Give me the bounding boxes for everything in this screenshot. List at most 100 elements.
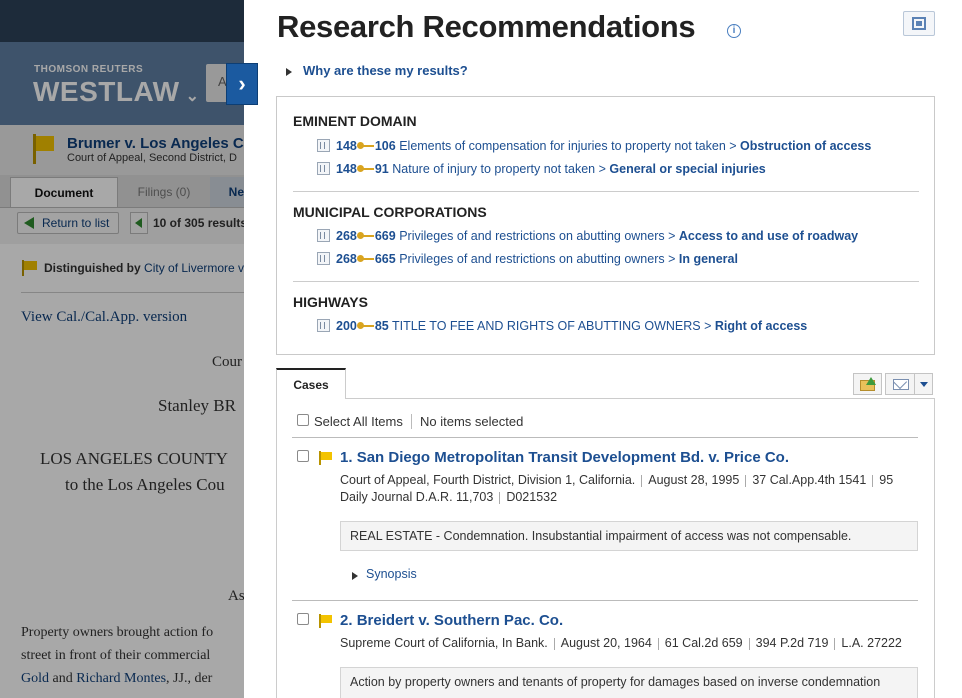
keynote-icon xyxy=(317,139,330,153)
yellow-flag-icon xyxy=(318,614,333,628)
separator xyxy=(499,491,501,504)
key-number-row[interactable]: 200 85 TITLE TO FEE AND RIGHTS OF ABUTTIN… xyxy=(317,319,807,335)
key-number-row[interactable]: 268 665 Privileges of and restrictions on… xyxy=(317,252,738,268)
docket: D021532 xyxy=(506,490,558,504)
overlay-dim[interactable] xyxy=(0,0,244,698)
court: Supreme Court of California, In Bank. xyxy=(340,636,548,650)
date: August 28, 1995 xyxy=(648,473,740,487)
tab-baseline xyxy=(276,398,935,399)
key-section-heading: MUNICIPAL CORPORATIONS xyxy=(293,204,487,220)
key-number: 106 xyxy=(374,139,396,153)
why-results-link[interactable]: Why are these my results? xyxy=(303,63,468,78)
topic-number: 268 xyxy=(336,252,357,266)
panel-title: Research Recommendations xyxy=(277,9,696,44)
key-icon xyxy=(356,231,375,240)
save-to-folder-button[interactable] xyxy=(853,373,882,395)
keynote-icon xyxy=(317,162,330,176)
key-target: In general xyxy=(678,252,738,266)
key-icon xyxy=(356,164,375,173)
divider xyxy=(293,191,919,192)
key-icon xyxy=(356,254,375,263)
key-number-row[interactable]: 148 106 Elements of compensation for inju… xyxy=(317,139,871,155)
result-checkbox[interactable] xyxy=(297,450,309,462)
keynote-icon xyxy=(317,319,330,333)
separator xyxy=(748,637,750,650)
divider xyxy=(293,281,919,282)
topic-number: 148 xyxy=(336,162,357,176)
flag-cloth xyxy=(321,452,332,460)
separator xyxy=(834,637,836,650)
key-icon xyxy=(356,321,375,330)
key-target: Right of access xyxy=(714,319,808,333)
disclosure-triangle-icon[interactable] xyxy=(286,68,292,76)
up-arrow-icon xyxy=(866,377,876,385)
key-number: 91 xyxy=(374,162,389,176)
key-section-heading: EMINENT DOMAIN xyxy=(293,113,417,129)
date: August 20, 1964 xyxy=(560,636,652,650)
key-number-row[interactable]: 268 669 Privileges of and restrictions on… xyxy=(317,229,858,245)
result-title-text: Breidert v. Southern Pac. Co. xyxy=(356,612,564,629)
key-target: Obstruction of access xyxy=(740,139,872,153)
selection-status: No items selected xyxy=(420,414,524,429)
result-summary: REAL ESTATE - Condemnation. Insubstantia… xyxy=(340,521,918,551)
select-all-checkbox[interactable] xyxy=(297,414,309,426)
select-all-label[interactable]: Select All Items xyxy=(314,414,403,429)
docket: L.A. 27222 xyxy=(841,636,902,650)
result-number: 1. xyxy=(340,449,353,466)
flag-cloth xyxy=(321,615,332,623)
result-title[interactable]: 1. San Diego Metropolitan Transit Develo… xyxy=(340,449,789,466)
separator xyxy=(657,637,659,650)
result-title-text: San Diego Metropolitan Transit Developme… xyxy=(356,449,789,466)
keynote-icon xyxy=(317,229,330,243)
result-meta: Daily Journal D.A.R. 11,703 D021532 xyxy=(340,489,557,506)
divider xyxy=(292,437,918,438)
key-description: Elements of compensation for injuries to… xyxy=(399,139,737,153)
envelope-icon xyxy=(893,379,909,390)
topic-number: 148 xyxy=(336,139,357,153)
citation: Daily Journal D.A.R. 11,703 xyxy=(340,490,494,504)
key-number-row[interactable]: 148 91 Nature of injury to property not t… xyxy=(317,162,766,178)
key-target: General or special injuries xyxy=(609,162,766,176)
result-checkbox[interactable] xyxy=(297,613,309,625)
separator xyxy=(641,474,643,487)
key-icon xyxy=(356,141,375,150)
chevron-down-icon[interactable] xyxy=(914,374,933,394)
key-description: Privileges of and restrictions on abutti… xyxy=(399,229,676,243)
key-description: Nature of injury to property not taken > xyxy=(392,162,606,176)
keynote-icon xyxy=(317,252,330,266)
divider xyxy=(292,600,918,601)
result-summary: Action by property owners and tenants of… xyxy=(340,667,918,698)
expand-icon-inner xyxy=(916,21,922,26)
citation: 95 xyxy=(879,473,894,487)
citation: 37 Cal.App.4th 1541 xyxy=(752,473,867,487)
key-description: TITLE TO FEE AND RIGHTS OF ABUTTING OWNE… xyxy=(392,319,712,333)
key-target: Access to and use of roadway xyxy=(678,229,859,243)
separator xyxy=(745,474,747,487)
synopsis-toggle[interactable]: Synopsis xyxy=(366,567,417,581)
disclosure-triangle-icon[interactable] xyxy=(352,572,358,580)
expand-panel-button[interactable] xyxy=(903,11,935,36)
separator xyxy=(553,637,555,650)
collapse-panel-button[interactable]: › xyxy=(226,63,258,105)
tab-cases[interactable]: Cases xyxy=(276,368,346,399)
research-recommendations-panel: Research Recommendations i Why are these… xyxy=(244,0,962,698)
key-section-heading: HIGHWAYS xyxy=(293,294,368,310)
divider xyxy=(411,414,412,429)
yellow-flag-icon xyxy=(318,451,333,465)
key-number: 85 xyxy=(374,319,389,333)
result-number: 2. xyxy=(340,612,353,629)
citation: 61 Cal.2d 659 xyxy=(664,636,743,650)
email-button[interactable] xyxy=(885,373,933,395)
separator xyxy=(872,474,874,487)
key-number: 665 xyxy=(374,252,396,266)
court: Court of Appeal, Fourth District, Divisi… xyxy=(340,473,636,487)
topic-number: 268 xyxy=(336,229,357,243)
info-icon[interactable]: i xyxy=(727,24,741,38)
result-meta: Court of Appeal, Fourth District, Divisi… xyxy=(340,472,893,489)
chevron-right-icon: › xyxy=(238,71,246,96)
topic-number: 200 xyxy=(336,319,357,333)
key-description: Privileges of and restrictions on abutti… xyxy=(399,252,676,266)
key-numbers-box: EMINENT DOMAIN 148 106 Elements of compen… xyxy=(276,96,935,355)
citation: 394 P.2d 719 xyxy=(755,636,829,650)
result-title[interactable]: 2. Breidert v. Southern Pac. Co. xyxy=(340,612,563,629)
